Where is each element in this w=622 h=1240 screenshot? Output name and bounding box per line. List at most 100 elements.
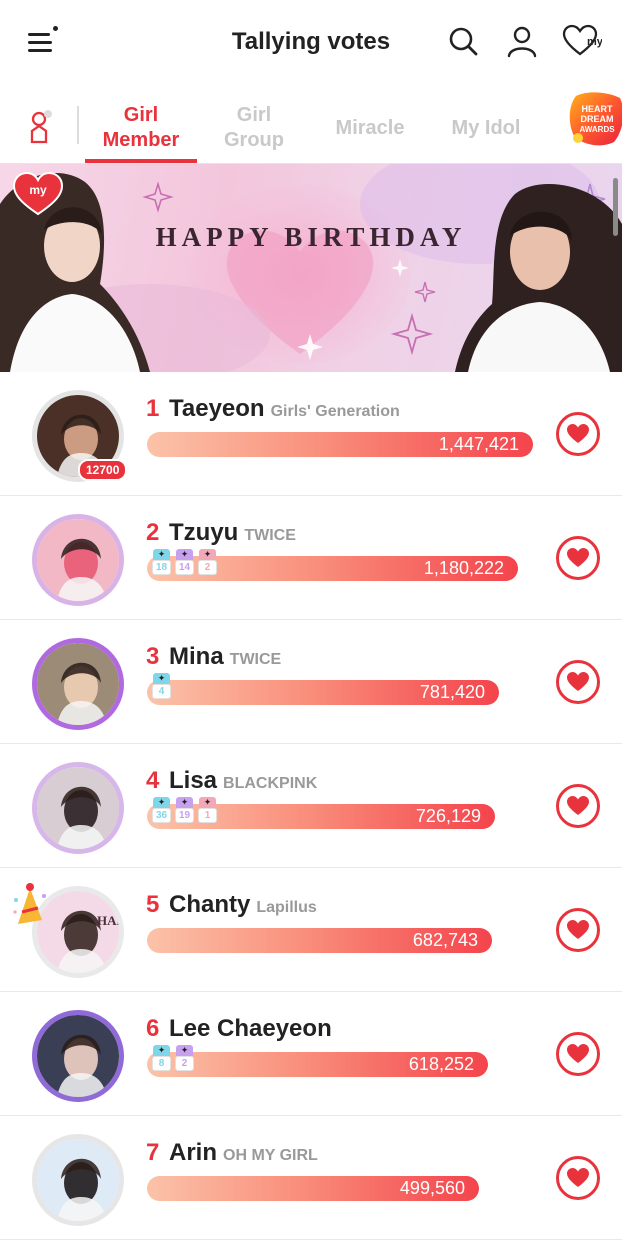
party-hat-icon bbox=[13, 883, 46, 924]
idol-name: Lee Chaeyeon bbox=[169, 1015, 332, 1042]
support-badge: ✦ 8 bbox=[152, 1045, 171, 1073]
support-badge: ✦ 14 bbox=[175, 549, 194, 577]
vote-progress-bar: 781,420 bbox=[147, 680, 499, 705]
support-badges: ✦ 36 ✦ 19 ✦ 1 bbox=[152, 797, 217, 825]
rank-number: 1 bbox=[146, 395, 160, 422]
badge-icon: ✦ bbox=[153, 1045, 170, 1056]
idol-name-line: Arin OH MY GIRL bbox=[169, 1139, 318, 1167]
support-badge: ✦ 2 bbox=[175, 1045, 194, 1073]
badge-count: 18 bbox=[152, 560, 171, 575]
ranking-row[interactable]: 4 Lisa BLACKPINK 726,129 ✦ 36 ✦ 19 ✦ 1 bbox=[0, 744, 622, 868]
group-name: OH MY GIRL bbox=[223, 1147, 318, 1164]
tab-girl-group[interactable]: Girl Group bbox=[200, 98, 308, 158]
idol-name: Chanty bbox=[169, 891, 251, 918]
vote-count: 499,560 bbox=[399, 1178, 465, 1198]
support-badge: ✦ 18 bbox=[152, 549, 171, 577]
badge-icon: ✦ bbox=[176, 797, 193, 808]
group-name: Girls' Generation bbox=[270, 403, 400, 420]
idol-name-line: Lisa BLACKPINK bbox=[169, 767, 317, 795]
badge-icon: ✦ bbox=[153, 549, 170, 560]
ranking-row[interactable]: 6 Lee Chaeyeon 618,252 ✦ 8 ✦ 2 bbox=[0, 992, 622, 1116]
heart-icon bbox=[567, 672, 589, 691]
idol-name: Arin bbox=[169, 1139, 217, 1166]
menu-icon[interactable] bbox=[26, 26, 58, 56]
my-label: my bbox=[587, 36, 602, 48]
birthday-banner[interactable]: my HAPPY BIRTHDAY bbox=[0, 164, 622, 372]
my-heart-icon[interactable]: my bbox=[562, 24, 604, 58]
vote-progress-bar: 682,743 bbox=[147, 928, 492, 953]
heart-dream-awards-badge[interactable]: HEART DREAM AWARDS bbox=[568, 90, 622, 148]
tab-my-idol[interactable]: My Idol bbox=[432, 98, 540, 158]
idol-avatar[interactable] bbox=[32, 762, 124, 854]
rank-number: 5 bbox=[146, 891, 160, 918]
rank-number: 6 bbox=[146, 1015, 160, 1042]
rank-number: 7 bbox=[146, 1139, 160, 1166]
group-name: BLACKPINK bbox=[223, 775, 318, 792]
idol-name-line: Mina TWICE bbox=[169, 643, 281, 671]
badge-count: 8 bbox=[152, 1056, 171, 1071]
tab-label: My Idol bbox=[451, 116, 521, 139]
active-tab-indicator bbox=[85, 159, 197, 163]
ranking-row[interactable]: 7 Arin OH MY GIRL 499,560 bbox=[0, 1116, 622, 1240]
trophy-icon[interactable] bbox=[22, 106, 56, 146]
idol-avatar[interactable] bbox=[32, 514, 124, 606]
badge-icon: ✦ bbox=[199, 797, 216, 808]
rank-number: 2 bbox=[146, 519, 160, 546]
rank-number: 3 bbox=[146, 643, 160, 670]
profile-icon[interactable] bbox=[505, 24, 539, 58]
award-line: AWARDS bbox=[579, 125, 615, 134]
heart-icon bbox=[567, 796, 589, 815]
ranking-row[interactable]: 2 Tzuyu TWICE 1,180,222 ✦ 18 ✦ 14 ✦ 2 bbox=[0, 496, 622, 620]
ranking-row[interactable]: 3 Mina TWICE 781,420 ✦ 4 bbox=[0, 620, 622, 744]
support-badge: ✦ 4 bbox=[152, 673, 171, 701]
idol-avatar[interactable] bbox=[32, 638, 124, 730]
tab-miracle[interactable]: Miracle bbox=[316, 98, 424, 158]
vote-progress-bar: 499,560 bbox=[147, 1176, 479, 1201]
vote-heart-button[interactable] bbox=[556, 908, 600, 952]
idol-name: Taeyeon bbox=[169, 395, 265, 422]
search-icon[interactable] bbox=[446, 24, 480, 58]
vote-heart-button[interactable] bbox=[556, 1032, 600, 1076]
badge-count: 4 bbox=[152, 684, 171, 699]
vote-heart-button[interactable] bbox=[556, 660, 600, 704]
vote-count: 618,252 bbox=[408, 1054, 474, 1074]
tab-divider bbox=[77, 106, 79, 144]
idol-name: Mina bbox=[169, 643, 224, 670]
vote-count: 682,743 bbox=[412, 930, 478, 950]
idol-name: Lisa bbox=[169, 767, 218, 794]
idol-avatar[interactable] bbox=[32, 1010, 124, 1102]
idol-avatar[interactable] bbox=[32, 1134, 124, 1226]
vote-heart-button[interactable] bbox=[556, 536, 600, 580]
vote-count: 781,420 bbox=[419, 682, 485, 702]
scrollbar-thumb[interactable] bbox=[613, 178, 618, 236]
support-badge: ✦ 36 bbox=[152, 797, 171, 825]
idol-name-line: Taeyeon Girls' Generation bbox=[169, 395, 400, 423]
support-badge: ✦ 2 bbox=[198, 549, 217, 577]
heart-icon bbox=[567, 1168, 589, 1187]
group-name: TWICE bbox=[244, 527, 296, 544]
my-badge-label: my bbox=[29, 183, 47, 197]
avatar-text: HAP bbox=[97, 913, 119, 928]
badge-count: 2 bbox=[198, 560, 217, 575]
group-name: Lapillus bbox=[256, 899, 317, 916]
idol-name-line: Chanty Lapillus bbox=[169, 891, 317, 919]
idol-name-line: Tzuyu TWICE bbox=[169, 519, 296, 547]
ranking-row[interactable]: 12700 1 Taeyeon Girls' Generation 1,447,421 bbox=[0, 372, 622, 496]
heart-icon bbox=[567, 1044, 589, 1063]
tab-label: Girl Group bbox=[224, 104, 284, 151]
ranking-row[interactable]: HAP 5 Chanty Lapillus 682,743 bbox=[0, 868, 622, 992]
badge-count: 14 bbox=[175, 560, 194, 575]
vote-heart-button[interactable] bbox=[556, 1156, 600, 1200]
badge-icon: ✦ bbox=[199, 549, 216, 560]
idol-name: Tzuyu bbox=[169, 519, 239, 546]
vote-heart-button[interactable] bbox=[556, 784, 600, 828]
badge-icon: ✦ bbox=[153, 673, 170, 684]
vote-progress-bar: 618,252 bbox=[147, 1052, 488, 1077]
tab-girl-member[interactable]: Girl Member bbox=[85, 98, 197, 158]
banner-title: HAPPY BIRTHDAY bbox=[155, 222, 467, 252]
vote-count: 1,447,421 bbox=[438, 434, 519, 454]
tab-label: Miracle bbox=[335, 116, 405, 139]
heart-icon bbox=[567, 548, 589, 567]
vote-heart-button[interactable] bbox=[556, 412, 600, 456]
badge-count: 36 bbox=[152, 808, 171, 823]
